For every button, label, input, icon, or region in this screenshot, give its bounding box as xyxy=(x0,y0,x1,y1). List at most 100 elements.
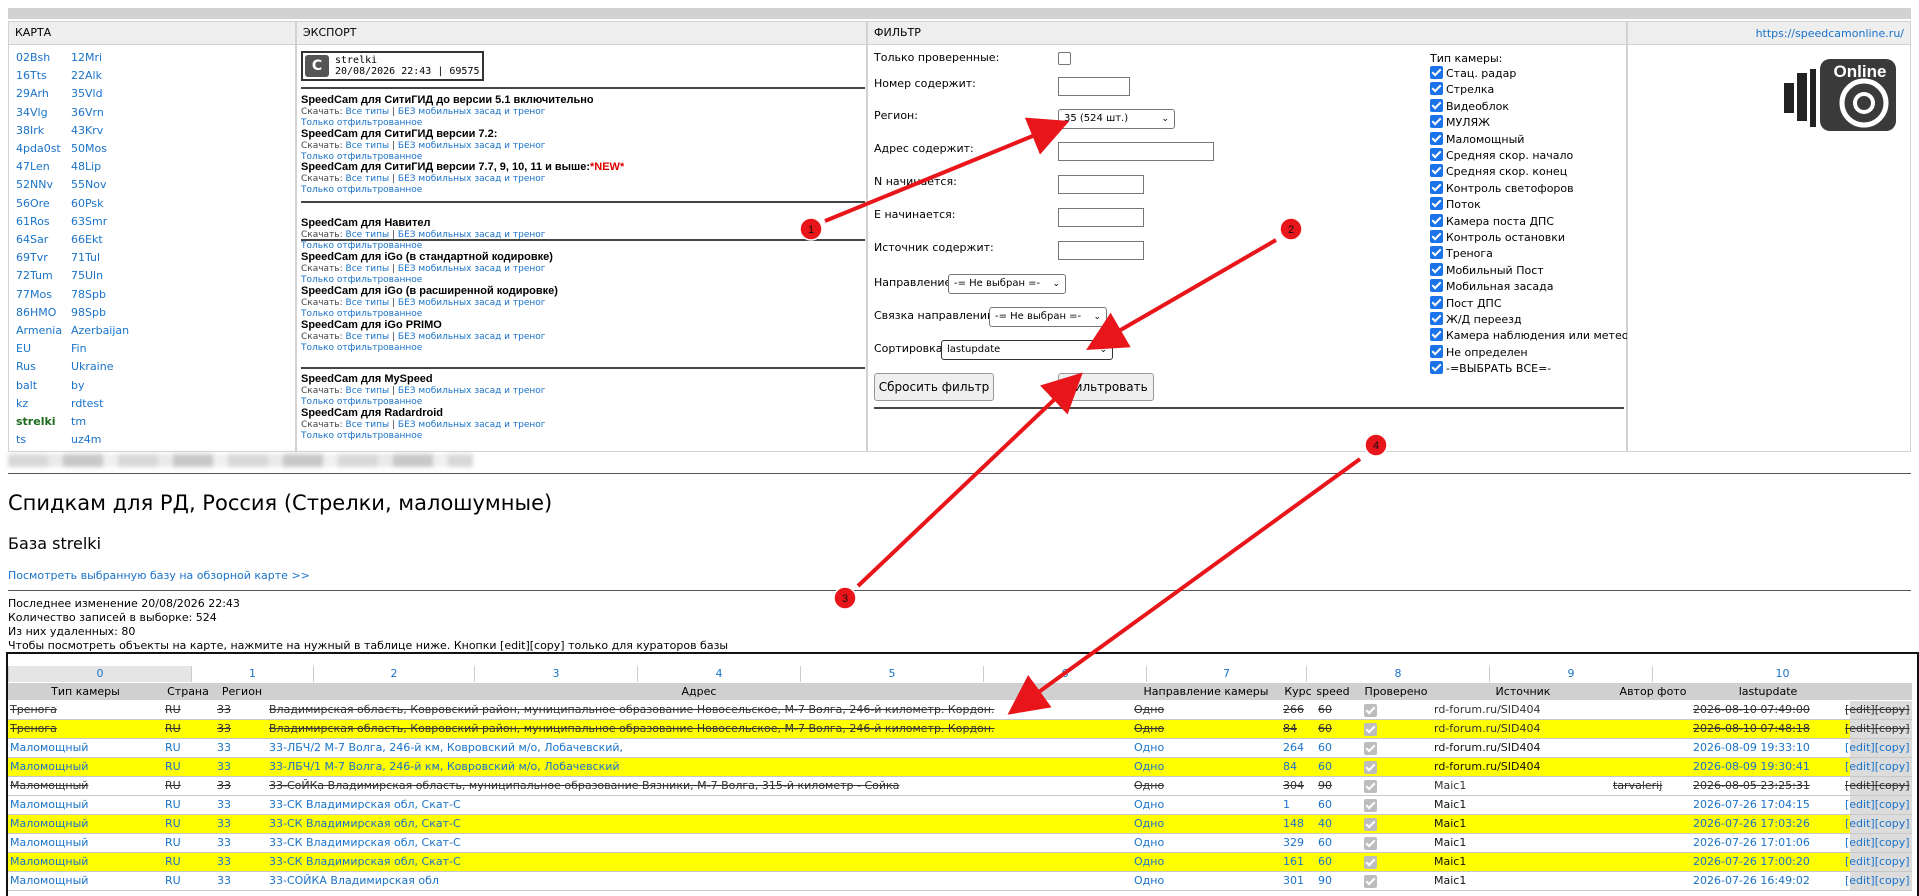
camera-type-option[interactable]: Контроль остановки xyxy=(1430,230,1565,246)
column-header[interactable]: Адрес xyxy=(269,684,1129,699)
apply-filter-button[interactable]: Фильтровать xyxy=(1058,373,1154,401)
region-link[interactable]: 69Tvr xyxy=(16,251,48,265)
table-row[interactable]: Маломощный RU 33 33-СК Владимирская обл, Ск… xyxy=(8,853,1912,872)
cell-type[interactable]: Тренога xyxy=(10,703,162,717)
region-link[interactable]: 48Lip xyxy=(71,160,101,174)
column-header[interactable]: Проверено xyxy=(1356,684,1436,699)
edit-copy-buttons[interactable]: [edit][copy] xyxy=(1845,817,1913,831)
region-link[interactable]: 34Vlg xyxy=(16,106,48,120)
camera-type-option[interactable]: -=ВЫБРАТЬ ВСЕ=- xyxy=(1430,361,1551,377)
column-header[interactable]: Тип камеры xyxy=(8,684,163,699)
region-link[interactable]: 02Bsh xyxy=(16,51,50,65)
download-filtered-link[interactable]: Только отфильтрованное xyxy=(301,185,422,195)
checkbox-checked-icon[interactable] xyxy=(1430,279,1443,293)
region-link[interactable]: 72Tum xyxy=(16,269,53,283)
region-link[interactable]: ts xyxy=(16,433,26,447)
camera-type-option[interactable]: Камера наблюдения или метео xyxy=(1430,328,1628,344)
cell-address[interactable]: 33-ЛБЧ/1 М-7 Волга, 246-й км, Ковровский… xyxy=(269,760,1131,774)
region-link[interactable]: 77Mos xyxy=(16,288,52,302)
column-header[interactable]: Страна xyxy=(163,684,213,699)
cell-type[interactable]: Маломощный xyxy=(10,836,162,850)
checkbox-checked-icon[interactable] xyxy=(1430,246,1443,260)
region-link[interactable]: 47Len xyxy=(16,160,50,174)
camera-type-option[interactable]: МУЛЯЖ xyxy=(1430,115,1490,131)
download-filtered-link[interactable]: Только отфильтрованное xyxy=(301,275,422,285)
column-header[interactable]: lastupdate xyxy=(1693,684,1843,699)
camera-type-option[interactable]: Маломощный xyxy=(1430,131,1524,148)
cell-address[interactable]: 33-СК Владимирская обл, Скат-С xyxy=(269,817,1131,831)
region-link[interactable]: 36Vrn xyxy=(71,106,104,120)
checkbox-checked-icon[interactable] xyxy=(1430,213,1443,227)
download-all-types-link[interactable]: Все типы xyxy=(346,298,390,308)
cell-address[interactable]: 33-СК Владимирская обл, Скат-С xyxy=(269,855,1131,869)
region-link[interactable]: by xyxy=(71,379,85,393)
cell-type[interactable]: Маломощный xyxy=(10,874,162,888)
download-all-types-link[interactable]: Все типы xyxy=(346,264,390,274)
edit-copy-buttons[interactable]: [edit][copy] xyxy=(1845,760,1913,774)
overview-map-link[interactable]: Посмотреть выбранную базу на обзорной ка… xyxy=(8,569,310,582)
region-link[interactable]: 75Uln xyxy=(71,269,103,283)
camera-type-option[interactable]: Контроль светофоров xyxy=(1430,180,1574,197)
edit-copy-buttons[interactable]: [edit][copy] xyxy=(1845,722,1913,736)
region-link[interactable]: 86HMO xyxy=(16,306,56,320)
region-link[interactable]: 71Tul xyxy=(71,251,100,265)
checkbox-checked-icon[interactable] xyxy=(1430,115,1443,129)
region-link[interactable]: Ukraine xyxy=(71,360,113,374)
checkbox-checked-icon[interactable] xyxy=(1430,180,1443,194)
region-link[interactable]: 61Ros xyxy=(16,215,50,229)
checkbox-checked-icon[interactable] xyxy=(1430,82,1443,96)
column-index-link[interactable]: 7 xyxy=(1146,666,1306,682)
checkbox-checked-icon[interactable] xyxy=(1430,164,1443,178)
column-index-link[interactable]: 2 xyxy=(313,666,474,682)
camera-type-option[interactable]: Стац. радар xyxy=(1430,66,1516,82)
site-link[interactable]: https://speedcamonline.ru/ xyxy=(1756,23,1904,45)
region-link[interactable]: 63Smr xyxy=(71,215,107,229)
reset-filter-button[interactable]: Сбросить фильтр xyxy=(874,373,994,401)
region-link[interactable]: 4pda0st xyxy=(16,142,61,156)
column-header[interactable]: Регион xyxy=(217,684,267,699)
cell-address[interactable]: 33-СК Владимирская обл, Скат-С xyxy=(269,836,1131,850)
column-index-link[interactable]: 9 xyxy=(1489,666,1652,682)
direction-link-select[interactable]: -= Не выбран =- ⌄ xyxy=(989,307,1107,327)
edit-copy-buttons[interactable]: [edit][copy] xyxy=(1845,779,1913,793)
table-row[interactable]: Тренога RU 33 Владимирская область, Ковровс… xyxy=(8,701,1912,720)
download-no-mobile-link[interactable]: БЕЗ мобильных засад и треног xyxy=(398,230,546,240)
checkbox-checked-icon[interactable] xyxy=(1430,344,1443,358)
region-select[interactable]: 35 (524 шт.) ⌄ xyxy=(1058,109,1175,129)
edit-copy-buttons[interactable]: [edit][copy] xyxy=(1845,798,1913,812)
region-link[interactable]: Armenia xyxy=(16,324,62,338)
column-index-link[interactable]: 8 xyxy=(1306,666,1489,682)
cell-type[interactable]: Тренога xyxy=(10,722,162,736)
column-index-link[interactable]: 6 xyxy=(983,666,1146,682)
checkbox-checked-icon[interactable] xyxy=(1430,197,1443,211)
verified-only-checkbox[interactable] xyxy=(1058,52,1071,65)
region-link[interactable]: EU xyxy=(16,342,31,356)
download-no-mobile-link[interactable]: БЕЗ мобильных засад и треног xyxy=(398,332,546,342)
camera-type-option[interactable]: Мобильный Пост xyxy=(1430,262,1544,279)
download-filtered-link[interactable]: Только отфильтрованное xyxy=(301,397,422,407)
download-all-types-link[interactable]: Все типы xyxy=(346,107,390,117)
region-link[interactable]: 55Nov xyxy=(71,178,106,192)
column-header[interactable]: Курс xyxy=(1281,684,1315,699)
region-link[interactable]: 50Mos xyxy=(71,142,107,156)
address-contains-input[interactable] xyxy=(1058,142,1214,161)
download-all-types-link[interactable]: Все типы xyxy=(346,386,390,396)
download-no-mobile-link[interactable]: БЕЗ мобильных засад и треног xyxy=(398,298,546,308)
camera-type-option[interactable]: Средняя скор. начало xyxy=(1430,148,1573,164)
region-link[interactable]: 29Arh xyxy=(16,87,49,101)
table-row[interactable]: Маломощный RU 33 33-ЛБЧ/2 М-7 Волга, 246-й … xyxy=(8,739,1912,758)
cell-address[interactable]: 33-СоЙКа Владимирская область, муниципал… xyxy=(269,779,1131,793)
table-row[interactable]: Маломощный RU 33 33-ЛБЧ/1 М-7 Волга, 246-й … xyxy=(8,758,1912,777)
download-no-mobile-link[interactable]: БЕЗ мобильных засад и треног xyxy=(398,264,546,274)
number-contains-input[interactable] xyxy=(1058,77,1130,96)
checkbox-checked-icon[interactable] xyxy=(1430,230,1443,243)
download-no-mobile-link[interactable]: БЕЗ мобильных засад и треног xyxy=(398,107,546,117)
region-link[interactable]: kz xyxy=(16,397,28,411)
download-filtered-link[interactable]: Только отфильтрованное xyxy=(301,431,422,441)
sort-select[interactable]: lastupdate ⌄ xyxy=(941,340,1113,360)
download-no-mobile-link[interactable]: БЕЗ мобильных засад и треног xyxy=(398,386,546,396)
camera-type-option[interactable]: Пост ДПС xyxy=(1430,295,1502,312)
cell-address[interactable]: 33-СК Владимирская обл, Скат-С xyxy=(269,798,1131,812)
camera-type-option[interactable]: Тренога xyxy=(1430,246,1493,262)
download-filtered-link[interactable]: Только отфильтрованное xyxy=(301,118,422,128)
